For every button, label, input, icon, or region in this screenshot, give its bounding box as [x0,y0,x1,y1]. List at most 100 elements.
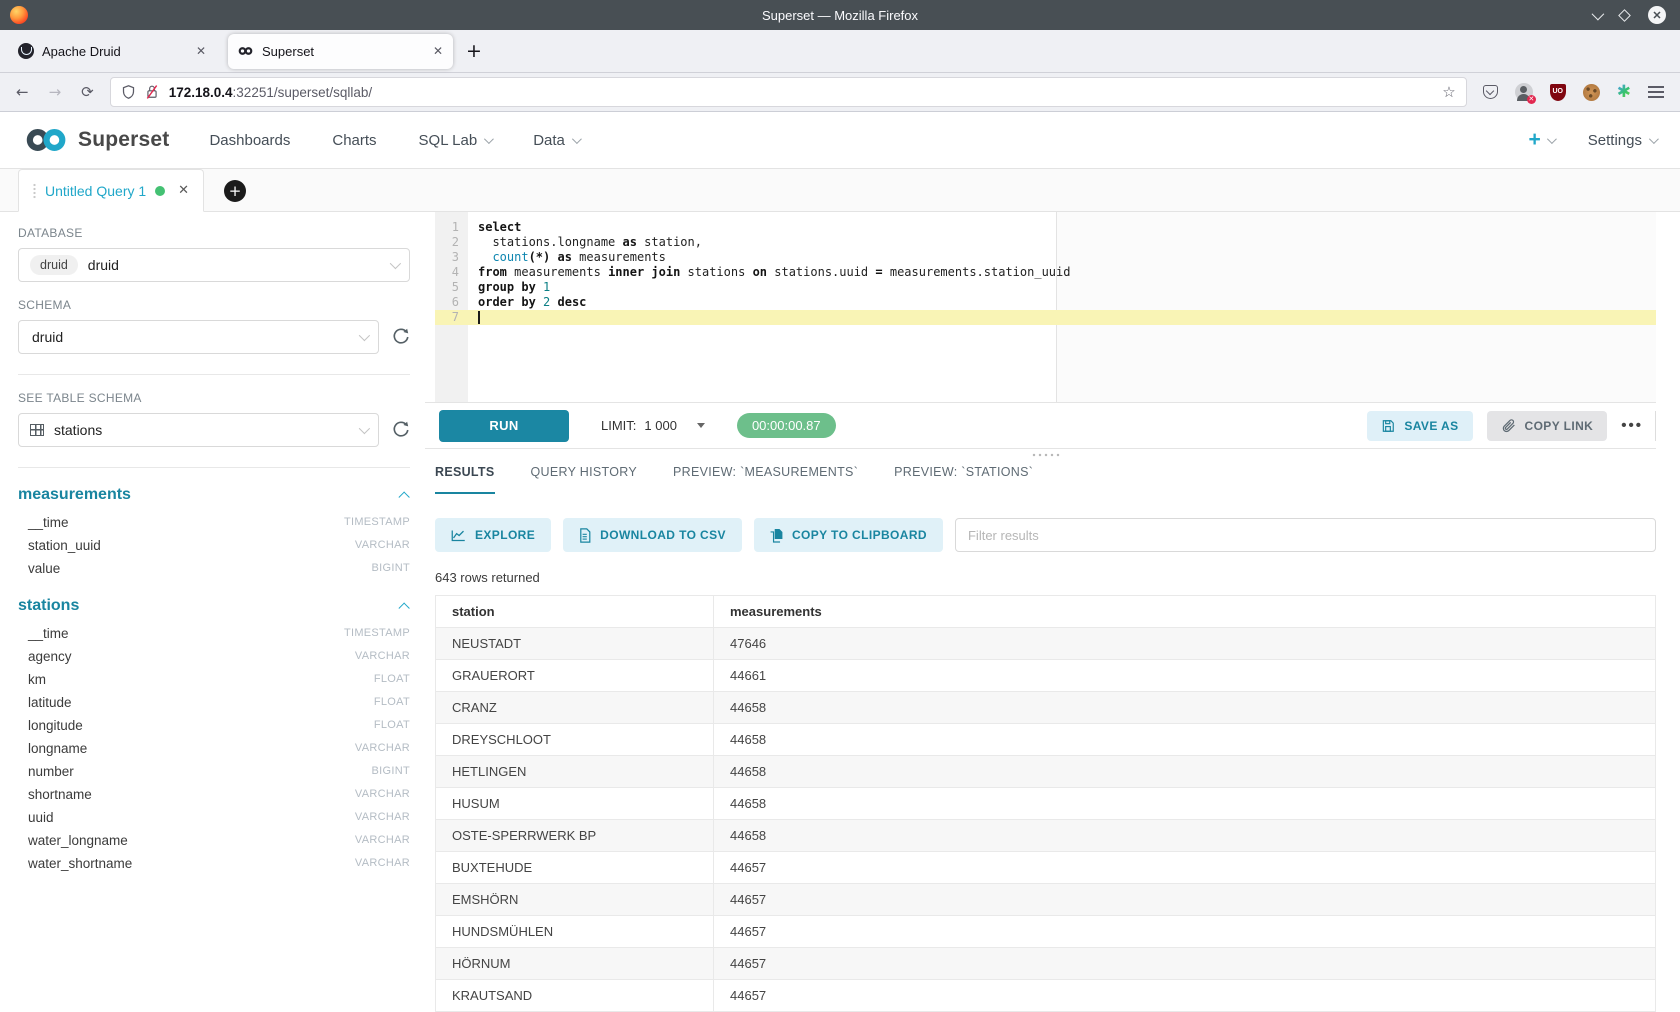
table-schema-select[interactable]: stations [18,413,379,447]
chevron-down-icon [1649,134,1659,144]
brand-name: Superset [78,128,169,152]
refresh-table-icon[interactable] [392,421,410,439]
schema-column-row[interactable]: uuidVARCHAR [18,806,410,828]
column-type: VARCHAR [355,788,410,800]
tab-preview-measurements[interactable]: PREVIEW: `MEASUREMENTS` [673,465,858,494]
run-button[interactable]: RUN [439,410,569,442]
table-row[interactable]: CRANZ44658 [436,692,1656,724]
more-options-icon[interactable]: ••• [1621,417,1643,434]
table-row[interactable]: BUXTEHUDE44657 [436,852,1656,884]
tab-close-icon[interactable]: ✕ [196,44,206,58]
tab-query-history[interactable]: QUERY HISTORY [531,465,637,494]
schema-column-row[interactable]: water_longnameVARCHAR [18,829,410,851]
copy-clipboard-button[interactable]: COPY TO CLIPBOARD [754,518,943,552]
shield-icon[interactable] [121,84,136,100]
code-token: stations [680,265,752,279]
table-icon [30,424,44,436]
schema-select[interactable]: druid [18,320,379,354]
refresh-schema-icon[interactable] [392,328,410,346]
table-row[interactable]: OSTE-SPERRWERK BP44658 [436,820,1656,852]
explore-button[interactable]: EXPLORE [435,518,551,552]
table-row[interactable]: EMSHÖRN44657 [436,884,1656,916]
browser-tabbar: Apache Druid ✕ Superset ✕ + [0,30,1680,73]
drag-handle-icon[interactable] [33,183,36,199]
window-close-icon[interactable]: ✕ [1648,6,1666,24]
back-button[interactable]: ← [16,83,29,101]
download-csv-button[interactable]: DOWNLOAD TO CSV [563,518,742,552]
schema-column-row[interactable]: latitudeFLOAT [18,691,410,713]
pane-resize-handle-icon[interactable] [1031,452,1061,458]
add-new-button[interactable]: + [1529,128,1554,152]
limit-control[interactable]: LIMIT: 1 000 [601,418,705,433]
tab-results[interactable]: RESULTS [435,465,495,494]
table-row[interactable]: NEUSTADT47646 [436,628,1656,660]
schema-column-row[interactable]: station_uuidVARCHAR [18,534,410,556]
schema-column-row[interactable]: __timeTIMESTAMP [18,622,410,644]
ublock-icon[interactable]: UO [1550,84,1566,101]
browser-tab-apache-druid[interactable]: Apache Druid ✕ [8,34,216,69]
copy-link-button[interactable]: COPY LINK [1487,411,1608,441]
line-number: 5 [435,280,459,295]
table-row[interactable]: DREYSCHLOOT44658 [436,724,1656,756]
nav-item-data[interactable]: Data [533,132,579,149]
column-type: FLOAT [374,673,410,685]
line-number: 2 [435,235,459,250]
url-path: :32251/superset/sqllab/ [233,85,373,100]
schema-column-row[interactable]: numberBIGINT [18,760,410,782]
pocket-icon[interactable] [1483,85,1498,99]
query-tab-untitled-query-1[interactable]: Untitled Query 1 ✕ [18,169,204,212]
window-minimize-icon[interactable] [1592,7,1605,20]
add-query-tab-button[interactable]: + [224,180,246,202]
table-row[interactable]: HUSUM44658 [436,788,1656,820]
account-icon[interactable]: ✕ [1515,83,1533,101]
url-field[interactable]: 172.18.0.4:32251/superset/sqllab/ ☆ [110,77,1467,107]
reload-button[interactable]: ⟳ [81,83,94,101]
sql-editor[interactable]: 1234567 select stations.longname as stat… [435,212,1656,402]
schema-column-row[interactable]: agencyVARCHAR [18,645,410,667]
asterisk-extension-icon[interactable]: ✱ [1617,84,1631,101]
collapse-chevron-icon[interactable] [398,491,409,502]
collapse-chevron-icon[interactable] [398,602,409,613]
code-token: measurements.station_uuid [883,265,1071,279]
window-maximize-icon[interactable] [1618,9,1631,22]
schema-column-row[interactable]: longitudeFLOAT [18,714,410,736]
limit-value: 1 000 [644,418,677,433]
sql-editor-lines[interactable]: select stations.longname as station, cou… [468,212,1656,325]
database-select[interactable]: druid druid [18,248,410,282]
lock-slash-icon[interactable] [145,84,159,100]
browser-tab-superset[interactable]: Superset ✕ [228,34,453,69]
nav-item-dashboards[interactable]: Dashboards [209,132,290,149]
code-line: from measurements inner join stations on… [478,265,1656,280]
schema-column-row[interactable]: water_shortnameVARCHAR [18,852,410,874]
table-row[interactable]: KRAUTSAND44657 [436,980,1656,1012]
filter-results-input[interactable] [955,518,1656,552]
close-icon[interactable]: ✕ [178,183,189,198]
column-header-measurements[interactable]: measurements [714,596,1656,628]
tab-close-icon[interactable]: ✕ [433,44,443,58]
tab-preview-stations[interactable]: PREVIEW: `STATIONS` [894,465,1033,494]
table-row[interactable]: HUNDSMÜHLEN44657 [436,916,1656,948]
table-row[interactable]: GRAUERORT44661 [436,660,1656,692]
nav-item-sql-lab[interactable]: SQL Lab [419,132,492,149]
nav-item-charts[interactable]: Charts [332,132,376,149]
column-list: __timeTIMESTAMPagencyVARCHARkmFLOATlatit… [18,622,410,874]
divider [1655,411,1656,441]
schema-column-row[interactable]: longnameVARCHAR [18,737,410,759]
line-number: 7 [435,310,459,325]
schema-column-row[interactable]: valueBIGINT [18,557,410,579]
save-as-button[interactable]: SAVE AS [1367,411,1472,441]
menu-hamburger-icon[interactable] [1648,86,1664,98]
schema-column-row[interactable]: shortnameVARCHAR [18,783,410,805]
bookmark-star-icon[interactable]: ☆ [1442,83,1455,101]
schema-column-row[interactable]: kmFLOAT [18,668,410,690]
superset-brand[interactable]: Superset [24,127,169,153]
caret-down-icon[interactable] [697,423,705,428]
table-row[interactable]: HETLINGEN44658 [436,756,1656,788]
table-row[interactable]: HÖRNUM44657 [436,948,1656,980]
settings-menu[interactable]: Settings [1588,132,1656,149]
schema-column-row[interactable]: __timeTIMESTAMP [18,511,410,533]
forward-button[interactable]: → [49,83,62,101]
cookie-extension-icon[interactable] [1583,84,1600,101]
column-header-station[interactable]: station [436,596,714,628]
new-tab-button[interactable]: + [461,38,487,64]
